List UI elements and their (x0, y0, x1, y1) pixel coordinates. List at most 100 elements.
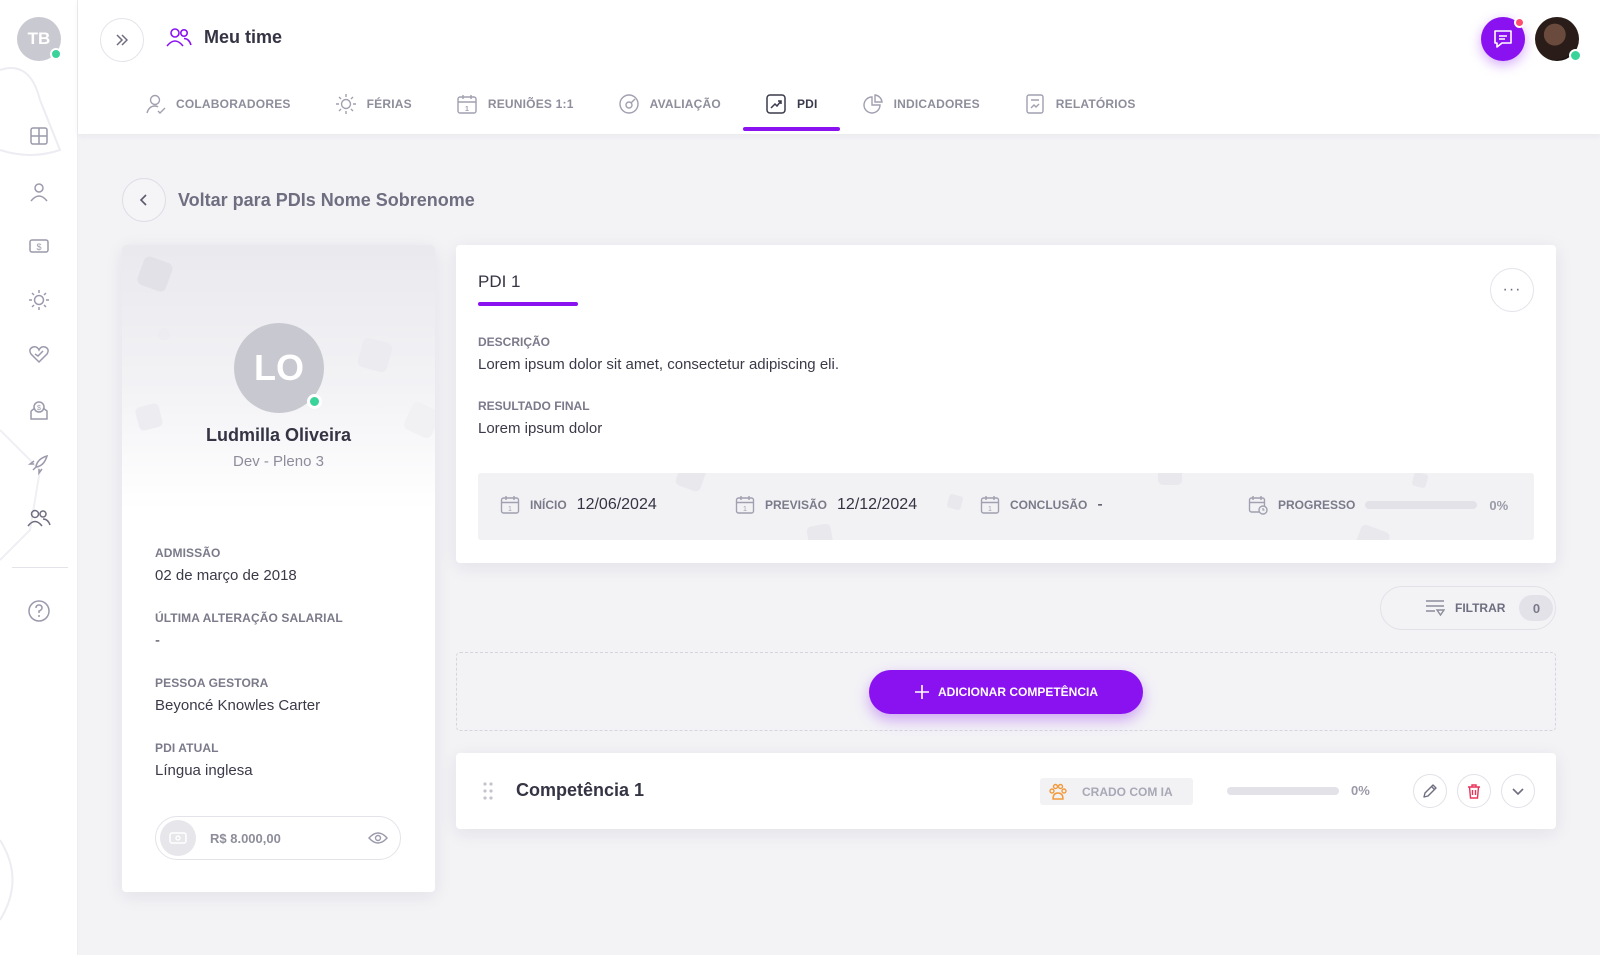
ai-created-badge: CRADO COM IA (1040, 778, 1193, 805)
conclusion-date-value: - (1097, 496, 1103, 513)
sidebar-item-dashboard[interactable] (24, 121, 54, 151)
page-title-group: Meu time (166, 26, 282, 48)
svg-text:$: $ (36, 242, 41, 252)
edit-competency-button[interactable] (1413, 774, 1447, 808)
tab-ferias[interactable]: FÉRIAS (313, 90, 434, 118)
user-check-icon (146, 94, 166, 114)
eye-icon (368, 832, 388, 844)
chat-icon (1494, 30, 1512, 48)
sidebar-item-career[interactable] (24, 449, 54, 479)
salary-icon-circle (160, 820, 196, 856)
pdi-progress-bar (1365, 501, 1478, 509)
top-bar: Meu time COLABORADORES FÉRIAS 1 REUNIÕES… (78, 0, 1600, 134)
page-title: Meu time (204, 26, 283, 47)
expand-competency-button[interactable] (1501, 774, 1535, 808)
forecast-date: 1 PREVISÃO 12/12/2024 (735, 495, 917, 515)
svg-text:1: 1 (465, 106, 469, 113)
active-tab-indicator (742, 127, 840, 131)
pencil-icon (1423, 784, 1437, 798)
sun-icon (29, 290, 49, 310)
dashboard-icon (30, 127, 48, 145)
ai-paw-icon (1049, 783, 1067, 800)
field-label: PDI ATUAL (155, 741, 219, 755)
start-date: 1 INÍCIO 12/06/2024 (500, 495, 657, 515)
field-label: PESSOA GESTORA (155, 676, 269, 690)
tab-label: REUNIÕES 1:1 (487, 97, 574, 111)
start-date-value: 12/06/2024 (576, 496, 657, 513)
current-user-avatar[interactable]: TB (17, 17, 62, 61)
employee-initials: LO (254, 347, 304, 388)
tab-indicadores[interactable]: INDICADORES (840, 90, 1002, 118)
tab-reunioes[interactable]: 1 REUNIÕES 1:1 (434, 90, 596, 118)
toggle-salary-visibility-button[interactable] (368, 831, 388, 845)
money-icon (169, 832, 187, 844)
sidebar-item-vacation[interactable] (24, 285, 54, 315)
field-label: ÚLTIMA ALTERAÇÃO SALARIAL (155, 611, 343, 625)
sidebar-item-help[interactable] (24, 596, 54, 626)
drag-handle[interactable] (482, 781, 494, 801)
pie-chart-icon (862, 94, 883, 114)
calendar-icon: 1 (457, 95, 477, 114)
user-icon (30, 183, 48, 202)
sidebar-item-wellbeing[interactable] (24, 339, 54, 369)
field-value: Lorem ipsum dolor sit amet, consectetur … (478, 356, 839, 373)
chevron-down-icon (1512, 788, 1524, 796)
back-button[interactable] (122, 178, 166, 222)
team-icon (166, 28, 192, 47)
tab-avaliacao[interactable]: AVALIAÇÃO (596, 90, 743, 118)
trash-icon (1468, 784, 1480, 799)
tab-label: AVALIAÇÃO (649, 97, 721, 111)
online-status-dot (50, 48, 62, 60)
field-value: Língua inglesa (155, 762, 253, 779)
back-label: Voltar para PDIs Nome Sobrenome (178, 189, 475, 210)
progress-label: PROGRESSO (1278, 498, 1356, 512)
filter-count-badge: 0 (1519, 595, 1554, 621)
filter-icon (1426, 600, 1445, 617)
tab-label: COLABORADORES (176, 97, 291, 111)
employee-profile-card: LO Ludmilla Oliveira Dev - Pleno 3 ADMIS… (122, 245, 435, 892)
more-options-button[interactable]: ··· (1490, 268, 1534, 312)
sidebar-item-profile[interactable] (24, 177, 54, 207)
user-avatar[interactable] (1535, 17, 1582, 62)
field-value: Lorem ipsum dolor (478, 420, 603, 437)
benefits-icon: $ (30, 401, 48, 420)
ai-badge-label: CRADO COM IA (1082, 784, 1173, 799)
pdi-title: PDI 1 (478, 272, 521, 291)
competency-title: Competência 1 (516, 780, 645, 800)
field-value: - (155, 632, 160, 649)
manager-field: PESSOA GESTORA Beyoncé Knowles Carter (155, 676, 320, 714)
profile-header: LO Ludmilla Oliveira Dev - Pleno 3 (122, 245, 435, 510)
employee-avatar: LO (234, 323, 324, 413)
field-value: 02 de março de 2018 (155, 567, 297, 584)
pdi-title-underline (478, 302, 578, 306)
delete-competency-button[interactable] (1457, 774, 1491, 808)
tab-pdi[interactable]: PDI (742, 90, 840, 131)
tab-label: RELATÓRIOS (1055, 97, 1136, 111)
salary-pill: R$ 8.000,00 (155, 816, 401, 860)
drag-dots-icon (483, 782, 493, 800)
trend-icon (766, 94, 786, 114)
sidebar-divider (12, 567, 68, 568)
team-icon (27, 509, 51, 527)
filter-button[interactable]: FILTRAR 0 (1380, 586, 1556, 630)
competency-progress-bar (1227, 787, 1339, 795)
field-label: RESULTADO FINAL (478, 399, 590, 413)
sidebar-item-benefits[interactable]: $ (24, 395, 54, 425)
svg-text:1: 1 (988, 506, 992, 513)
plus-icon (914, 685, 929, 699)
expand-sidebar-button[interactable] (100, 18, 144, 62)
add-competency-button[interactable]: ADICIONAR COMPETÊNCIA (869, 670, 1143, 714)
online-status-dot (1569, 49, 1582, 62)
chevrons-right-icon (116, 34, 129, 46)
back-link[interactable]: Voltar para PDIs Nome Sobrenome (122, 178, 475, 222)
field-value: Beyoncé Knowles Carter (155, 697, 321, 714)
more-icon: ··· (1502, 281, 1522, 298)
calendar-clock-icon (1248, 496, 1268, 515)
tab-colaboradores[interactable]: COLABORADORES (124, 90, 313, 118)
sidebar-item-team[interactable] (24, 503, 54, 533)
chat-button[interactable] (1481, 17, 1525, 61)
money-icon: $ (29, 239, 49, 253)
tab-relatorios[interactable]: RELATÓRIOS (1002, 90, 1158, 118)
svg-text:1: 1 (743, 506, 747, 513)
sidebar-item-payroll[interactable]: $ (24, 231, 54, 261)
